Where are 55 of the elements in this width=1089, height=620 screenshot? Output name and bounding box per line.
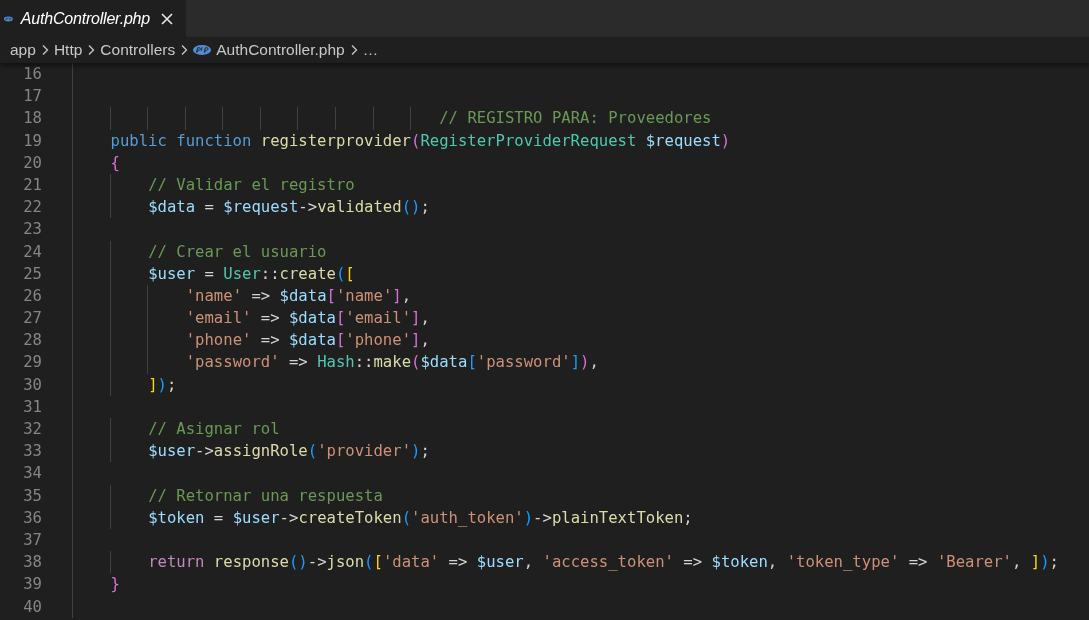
breadcrumb-item[interactable]: app	[10, 41, 36, 59]
chevron-icon	[40, 44, 49, 56]
code-line: ]);	[73, 373, 177, 396]
line-number: 28	[22, 330, 42, 352]
line-number: 25	[22, 263, 42, 285]
line-number: 30	[22, 374, 42, 396]
breadcrumb-item[interactable]: Http	[53, 41, 83, 59]
breadcrumb-item[interactable]: …	[362, 41, 379, 59]
line-number: 29	[22, 352, 42, 374]
line-number: 32	[22, 419, 42, 440]
line-number: 37	[22, 529, 42, 551]
code-line: $user->assignRole('provider');	[73, 440, 430, 463]
breadcrumb-item[interactable]: Controllers	[100, 41, 176, 59]
line-number: 16	[22, 64, 42, 85]
chevron-icon	[180, 44, 189, 56]
line-number: 33	[22, 441, 42, 463]
code-line: 'password' => Hash::make($data['password']),	[73, 351, 599, 374]
tab-label: AuthController.php	[20, 9, 150, 28]
line-number: 38	[22, 552, 42, 574]
code-line: $token = $user->createToken('auth_token')->plainTextToken;	[73, 506, 693, 529]
code-line: $data = $request->validated();	[73, 196, 430, 219]
code-line: // REGISTRO PARA: Proveedores	[73, 107, 712, 130]
line-number: 19	[22, 130, 42, 152]
code-line: return response()->json(['data' => $user, 'access_token' => $token, 'token_type' => 'Bearer', ]);	[73, 551, 1059, 574]
code-line: 'phone' => $data['phone'],	[73, 329, 430, 352]
line-number: 20	[22, 152, 42, 174]
code-line: // Crear el usuario	[73, 240, 327, 263]
line-number: 36	[22, 507, 42, 529]
php-icon	[193, 45, 212, 55]
code-line: {	[109, 152, 120, 174]
line-number: 27	[22, 308, 42, 330]
code-line: }	[109, 574, 120, 596]
chevron-icon	[87, 44, 96, 56]
line-number: 18	[22, 108, 42, 130]
code-line: // Retornar una respuesta	[73, 484, 383, 507]
line-number: 39	[22, 574, 42, 596]
line-number: 26	[22, 285, 42, 307]
line-number: 17	[22, 86, 42, 108]
code-line: $user = User::create([	[73, 262, 355, 285]
breadcrumb-item[interactable]: AuthController.php	[216, 41, 345, 59]
line-number: 31	[22, 396, 42, 418]
line-number: 24	[22, 241, 42, 263]
code-line: // Asignar rol	[73, 418, 280, 441]
editor-tab[interactable]: AuthController.php	[0, 0, 186, 37]
line-number: 34	[22, 463, 42, 485]
line-number: 21	[22, 174, 42, 196]
chevron-icon	[349, 44, 358, 56]
line-number: 35	[22, 485, 42, 507]
line-number: 23	[22, 219, 42, 241]
code-line: public function registerprovider(RegisterProviderRequest $request)	[109, 130, 731, 152]
code-line: 'email' => $data['email'],	[73, 307, 430, 330]
code-line: 'name' => $data['name'],	[73, 284, 412, 308]
code-line: // Validar el registro	[73, 173, 355, 197]
line-number: 40	[22, 596, 42, 618]
line-number: 22	[22, 197, 42, 219]
